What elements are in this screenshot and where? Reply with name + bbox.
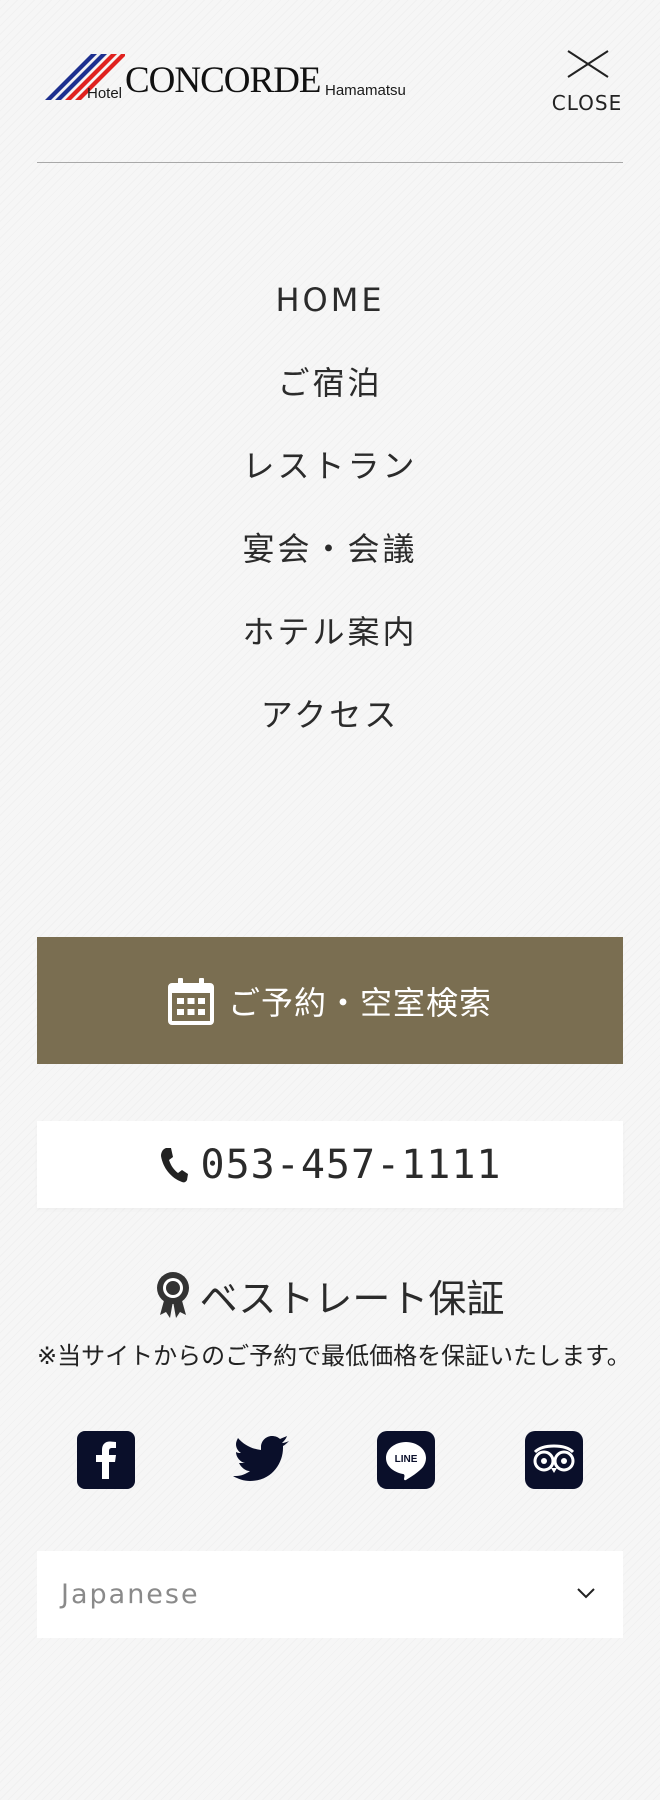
header: Hotel CONCORDE Hamamatsu CLOSE xyxy=(37,0,623,163)
tripadvisor-link[interactable] xyxy=(525,1431,583,1489)
logo-city-text: Hamamatsu xyxy=(325,82,406,99)
chevron-down-icon xyxy=(577,1588,595,1599)
facebook-link[interactable] xyxy=(77,1431,135,1489)
hotel-logo[interactable]: Hotel CONCORDE Hamamatsu xyxy=(45,50,425,106)
best-rate-title: ベストレート保証 xyxy=(199,1276,505,1321)
logo-name-text: CONCORDE xyxy=(125,60,322,101)
phone-number: 053-457-1111 xyxy=(200,1141,502,1188)
tripadvisor-icon xyxy=(525,1431,583,1489)
award-badge-icon xyxy=(156,1272,189,1318)
phone-icon xyxy=(160,1147,188,1182)
close-icon xyxy=(567,50,609,78)
line-link[interactable]: LINE xyxy=(377,1431,435,1489)
best-rate-heading: ベストレート保証 xyxy=(37,1265,623,1325)
line-icon: LINE xyxy=(377,1431,435,1489)
twitter-link[interactable] xyxy=(227,1431,289,1489)
calendar-icon xyxy=(167,977,214,1025)
close-label: CLOSE xyxy=(551,91,623,115)
svg-text:LINE: LINE xyxy=(395,1454,418,1465)
reservation-button[interactable]: ご予約・空室検索 xyxy=(37,937,623,1064)
close-menu-button[interactable]: CLOSE xyxy=(547,46,627,116)
best-rate-note: ※当サイトからのご予約で最低価格を保証いたします。 xyxy=(37,1342,631,1370)
language-select[interactable]: Japanese xyxy=(37,1551,623,1638)
twitter-icon xyxy=(233,1436,289,1481)
logo-hotel-text: Hotel xyxy=(87,85,123,102)
social-links: LINE xyxy=(37,1431,623,1489)
reservation-label: ご予約・空室検索 xyxy=(227,983,492,1022)
main-nav: HOME ご宿泊 レストラン 宴会・会議 ホテル案内 アクセス xyxy=(37,245,623,770)
nav-item-access[interactable]: アクセス xyxy=(37,660,623,770)
language-selected-value: Japanese xyxy=(61,1579,200,1610)
facebook-icon xyxy=(77,1431,135,1489)
phone-call-button[interactable]: 053-457-1111 xyxy=(37,1121,623,1208)
